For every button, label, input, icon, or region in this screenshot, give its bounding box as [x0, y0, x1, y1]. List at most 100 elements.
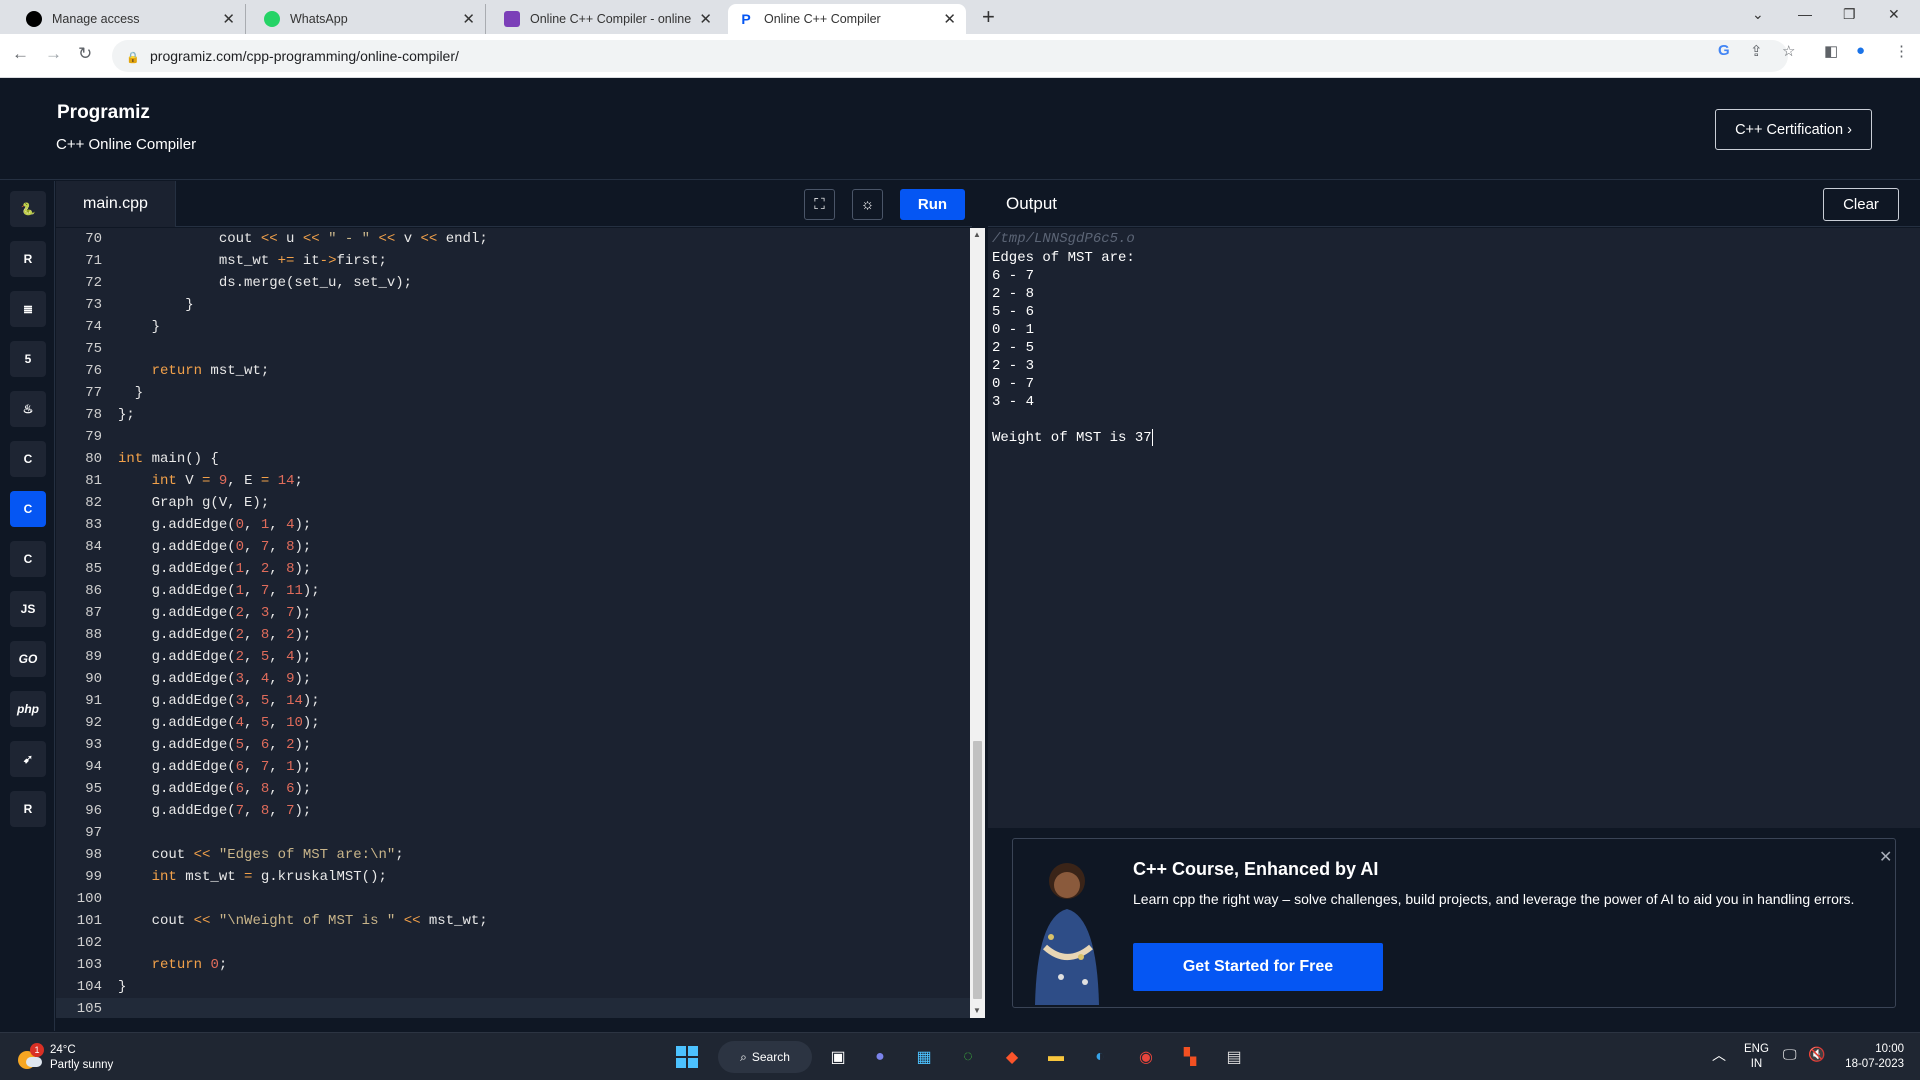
get-started-button[interactable]: Get Started for Free [1133, 943, 1383, 991]
code-line[interactable]: 70 cout << u << " - " << v << endl; [56, 228, 970, 250]
bookmark-star-icon[interactable]: ☆ [1782, 42, 1795, 60]
network-icon[interactable]: 🖵 [1783, 1047, 1797, 1062]
fullscreen-icon[interactable]: ⛶ [804, 189, 835, 220]
file-tab-main-cpp[interactable]: main.cpp [56, 181, 176, 227]
code-line[interactable]: 85 g.addEdge(1, 2, 8); [56, 558, 970, 580]
minimize-icon[interactable]: — [1798, 6, 1812, 22]
window-close-icon[interactable]: ✕ [1888, 6, 1900, 23]
code-line[interactable]: 75 [56, 338, 970, 360]
php-icon[interactable]: php [10, 691, 46, 727]
certification-button[interactable]: C++ Certification › [1715, 109, 1872, 150]
cpp-language-icon[interactable]: C [10, 491, 46, 527]
code-line[interactable]: 102 [56, 932, 970, 954]
code-line[interactable]: 77 } [56, 382, 970, 404]
code-line[interactable]: 98 cout << "Edges of MST are:\n"; [56, 844, 970, 866]
volume-muted-icon[interactable]: 🔇 [1808, 1047, 1825, 1062]
python-icon[interactable]: 🐍 [10, 191, 46, 227]
code-line[interactable]: 103 return 0; [56, 954, 970, 976]
code-line[interactable]: 81 int V = 9, E = 14; [56, 470, 970, 492]
code-line[interactable]: 89 g.addEdge(2, 5, 4); [56, 646, 970, 668]
close-icon[interactable]: ✕ [462, 10, 475, 28]
tray-overflow-chevron-icon[interactable]: ︿ [1712, 1048, 1726, 1063]
menu-kebab-icon[interactable]: ⋮ [1894, 42, 1909, 60]
code-line[interactable]: 94 g.addEdge(6, 7, 1); [56, 756, 970, 778]
code-line[interactable]: 86 g.addEdge(1, 7, 11); [56, 580, 970, 602]
task-view-icon[interactable]: ▣ [826, 1045, 850, 1069]
code-line[interactable]: 84 g.addEdge(0, 7, 8); [56, 536, 970, 558]
weather-widget[interactable]: 1 24°C Partly sunny [16, 1043, 113, 1073]
clear-button[interactable]: Clear [1823, 188, 1899, 221]
go-icon[interactable]: GO [10, 641, 46, 677]
back-icon[interactable]: ← [12, 44, 29, 64]
close-icon[interactable]: ✕ [1879, 847, 1892, 867]
terminal-app-icon[interactable]: ▤ [1222, 1045, 1246, 1069]
file-explorer-icon[interactable]: ▬ [1044, 1045, 1068, 1069]
tab-whatsapp[interactable]: WhatsApp ✕ [254, 4, 486, 34]
tab-online-compiler[interactable]: Online C++ Compiler - online e ✕ [494, 4, 722, 34]
close-icon[interactable]: ✕ [699, 10, 712, 28]
taskbar-search-button[interactable]: ⌕ Search [718, 1041, 812, 1073]
html-icon[interactable]: 5 [10, 341, 46, 377]
javascript-icon[interactable]: JS [10, 591, 46, 627]
tab-programiz-active[interactable]: P Online C++ Compiler ✕ [728, 4, 966, 34]
code-line[interactable]: 92 g.addEdge(4, 5, 10); [56, 712, 970, 734]
rust-icon[interactable]: R [10, 791, 46, 827]
editor-scrollbar[interactable]: ▲ ▼ [970, 228, 985, 1018]
google-icon[interactable]: G [1718, 42, 1730, 59]
code-line[interactable]: 99 int mst_wt = g.kruskalMST(); [56, 866, 970, 888]
run-button[interactable]: Run [900, 189, 965, 220]
code-line[interactable]: 91 g.addEdge(3, 5, 14); [56, 690, 970, 712]
forward-icon[interactable]: → [45, 44, 62, 64]
code-line[interactable]: 93 g.addEdge(5, 6, 2); [56, 734, 970, 756]
code-line[interactable]: 101 cout << "\nWeight of MST is " << mst… [56, 910, 970, 932]
code-line[interactable]: 78}; [56, 404, 970, 426]
url-field[interactable]: 🔒 programiz.com/cpp-programming/online-c… [112, 40, 1788, 72]
profile-avatar-icon[interactable]: ● [1856, 42, 1865, 59]
code-line[interactable]: 80 int main() { [56, 448, 970, 470]
store-icon[interactable]: ▦ [912, 1045, 936, 1069]
code-line[interactable]: 87 g.addEdge(2, 3, 7); [56, 602, 970, 624]
code-line[interactable]: 72 ds.merge(set_u, set_v); [56, 272, 970, 294]
code-line[interactable]: 71 mst_wt += it->first; [56, 250, 970, 272]
tab-search-icon[interactable]: ⌄ [1752, 6, 1764, 23]
code-line[interactable]: 82 Graph g(V, E); [56, 492, 970, 514]
office-apps-icon[interactable]: ▚ [1178, 1045, 1202, 1069]
close-icon[interactable]: ✕ [222, 10, 235, 28]
close-icon[interactable]: ✕ [943, 10, 956, 28]
theme-toggle-sun-icon[interactable]: ☼ [852, 189, 883, 220]
windows-start-icon[interactable] [675, 1045, 699, 1069]
code-line[interactable]: 100 [56, 888, 970, 910]
code-line[interactable]: 96 g.addEdge(7, 8, 7); [56, 800, 970, 822]
output-console[interactable]: /tmp/LNNSgdP6c5.o Edges of MST are: 6 - 7… [988, 228, 1920, 828]
code-line[interactable]: 90 g.addEdge(3, 4, 9); [56, 668, 970, 690]
restore-icon[interactable]: ❐ [1843, 6, 1856, 23]
code-line[interactable]: 83 g.addEdge(0, 1, 4); [56, 514, 970, 536]
code-line[interactable]: 104} [56, 976, 970, 998]
side-panel-icon[interactable]: ◧ [1824, 42, 1838, 60]
scrollbar-thumb[interactable] [973, 741, 982, 999]
scroll-up-icon[interactable]: ▲ [973, 230, 981, 239]
code-line[interactable]: 88 g.addEdge(2, 8, 2); [56, 624, 970, 646]
language-indicator[interactable]: ENG IN [1744, 1042, 1769, 1072]
teams-chat-icon[interactable]: ● [868, 1045, 892, 1069]
code-line[interactable]: 95 g.addEdge(6, 8, 6); [56, 778, 970, 800]
sql-icon[interactable]: ≣ [10, 291, 46, 327]
code-line[interactable]: 76 return mst_wt; [56, 360, 970, 382]
code-editor[interactable]: 70 cout << u << " - " << v << endl; 71 ms… [56, 228, 970, 1018]
code-line[interactable]: 73 } [56, 294, 970, 316]
new-tab-button[interactable]: + [982, 6, 995, 28]
reload-icon[interactable]: ↻ [78, 44, 92, 64]
code-line[interactable]: 79 [56, 426, 970, 448]
programiz-logo[interactable]: Programiz [57, 102, 150, 124]
edge-browser-icon[interactable]: ◐ [1088, 1045, 1112, 1069]
code-line[interactable]: 74 } [56, 316, 970, 338]
code-line[interactable]: 105 [56, 998, 970, 1018]
csharp-icon[interactable]: C [10, 541, 46, 577]
scroll-down-icon[interactable]: ▼ [973, 1006, 981, 1015]
c-language-icon[interactable]: C [10, 441, 46, 477]
code-line[interactable]: 97 [56, 822, 970, 844]
swift-icon[interactable]: ➹ [10, 741, 46, 777]
brave-browser-icon[interactable]: ◆ [1000, 1045, 1024, 1069]
java-icon[interactable]: ♨ [10, 391, 46, 427]
r-language-icon[interactable]: R [10, 241, 46, 277]
